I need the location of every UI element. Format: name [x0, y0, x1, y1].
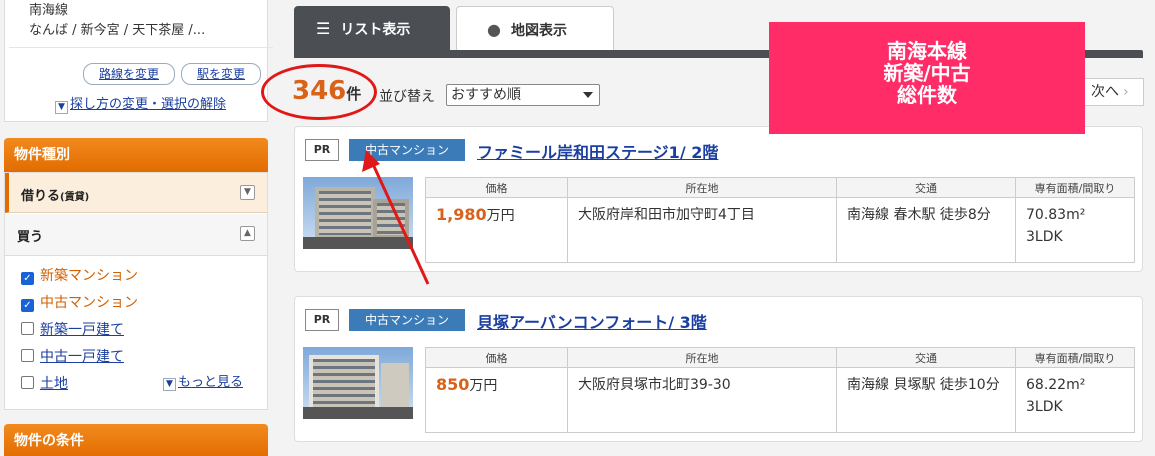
change-route-button[interactable]: 路線を変更	[83, 63, 175, 85]
header-address: 所在地	[567, 347, 837, 368]
expand-icon[interactable]: ▼	[240, 185, 255, 200]
tab-list-view[interactable]: ☰ リスト表示	[294, 6, 450, 52]
change-station-button[interactable]: 駅を変更	[181, 63, 261, 85]
address-cell: 大阪府貝塚市北町39-30	[567, 367, 837, 433]
show-more-link[interactable]: ▼ もっと見る	[163, 371, 243, 391]
next-page-button[interactable]: 次へ ›	[1082, 78, 1144, 106]
area-cell: 68.22m² 3LDK	[1015, 367, 1135, 433]
checkbox-unchecked[interactable]	[21, 376, 34, 389]
sort-label: 並び替え	[379, 89, 435, 105]
listing-card: PR 中古マンション ファミール岸和田ステージ1/ 2階 価格 所在地 交通 専…	[294, 126, 1143, 272]
buy-label: 買う	[17, 230, 44, 245]
buy-section-toggle[interactable]: 買う ▲	[5, 214, 267, 256]
checkbox-land[interactable]: 土地	[21, 373, 68, 393]
collapse-icon[interactable]: ▲	[240, 226, 255, 241]
checkbox-new-house[interactable]: 新築一戸建て	[21, 319, 124, 339]
header-address: 所在地	[567, 177, 837, 198]
rent-section-toggle[interactable]: 借りる(賃貸) ▼	[5, 173, 267, 213]
price-cell: 1,980万円	[425, 197, 568, 263]
change-search-link[interactable]: ▼ 探し方の変更・選択の解除	[55, 93, 226, 114]
tab-map-view[interactable]: ● 地図表示	[456, 6, 614, 52]
selected-line: 南海線	[29, 3, 69, 18]
property-kind-badge: 中古マンション	[349, 139, 465, 161]
checkbox-unchecked[interactable]	[21, 349, 34, 362]
pr-badge: PR	[305, 139, 339, 161]
listing-info-table: 価格 所在地 交通 専有面積/間取り 850万円 大阪府貝塚市北町39-30 南…	[425, 347, 1135, 433]
selected-stations: なんば / 新今宮 / 天下茶屋 /...	[29, 23, 206, 38]
list-icon: ☰	[316, 19, 331, 38]
header-area: 専有面積/間取り	[1015, 177, 1135, 198]
area-cell: 70.83m² 3LDK	[1015, 197, 1135, 263]
panel-title-property-type: 物件種別	[4, 138, 268, 172]
area-summary-box: 南海線 なんば / 新今宮 / 天下茶屋 /... 路線を変更 駅を変更 ▼ 探し…	[4, 0, 273, 122]
header-price: 価格	[425, 347, 568, 368]
listing-card: PR 中古マンション 貝塚アーバンコンフォート/ 3階 価格 所在地 交通 専有…	[294, 296, 1143, 442]
price-cell: 850万円	[425, 367, 568, 433]
listing-info-table: 価格 所在地 交通 専有面積/間取り 1,980万円 大阪府岸和田市加守町4丁目…	[425, 177, 1135, 263]
checkbox-checked[interactable]: ✓	[21, 299, 34, 312]
divider	[9, 47, 273, 48]
chevron-down-icon: ▼	[55, 101, 68, 114]
checkbox-new-mansion[interactable]: ✓ 新築マンション	[21, 265, 138, 285]
listing-title-link[interactable]: 貝塚アーバンコンフォート/ 3階	[477, 309, 707, 333]
sort-select[interactable]: おすすめ順	[446, 84, 600, 106]
listing-photo[interactable]	[303, 347, 413, 419]
change-search-label: 探し方の変更・選択の解除	[70, 97, 227, 112]
annotation-callout: 南海本線 新築/中古 総件数	[769, 22, 1085, 134]
property-type-panel: 借りる(賃貸) ▼ 買う ▲ ✓ 新築マンション ✓ 中古マンション 新築一戸建て …	[4, 172, 268, 410]
header-area: 専有面積/間取り	[1015, 347, 1135, 368]
address-cell: 大阪府岸和田市加守町4丁目	[567, 197, 837, 263]
annotation-circle	[261, 64, 377, 120]
access-cell: 南海線 貝塚駅 徒歩10分	[836, 367, 1016, 433]
rent-label: 借りる(賃貸)	[21, 189, 90, 204]
chevron-down-icon: ▼	[163, 378, 176, 391]
panel-title-conditions: 物件の条件	[4, 424, 268, 456]
checkbox-checked[interactable]: ✓	[21, 272, 34, 285]
checkbox-unchecked[interactable]	[21, 322, 34, 335]
access-cell: 南海線 春木駅 徒歩8分	[836, 197, 1016, 263]
header-price: 価格	[425, 177, 568, 198]
pr-badge: PR	[305, 309, 339, 331]
map-pin-icon: ●	[487, 20, 501, 39]
property-kind-badge: 中古マンション	[349, 309, 465, 331]
listing-title-link[interactable]: ファミール岸和田ステージ1/ 2階	[477, 139, 718, 163]
header-access: 交通	[836, 177, 1016, 198]
header-access: 交通	[836, 347, 1016, 368]
checkbox-used-mansion[interactable]: ✓ 中古マンション	[21, 292, 138, 312]
listing-photo[interactable]	[303, 177, 413, 249]
checkbox-used-house[interactable]: 中古一戸建て	[21, 346, 124, 366]
chevron-right-icon: ›	[1123, 84, 1129, 100]
